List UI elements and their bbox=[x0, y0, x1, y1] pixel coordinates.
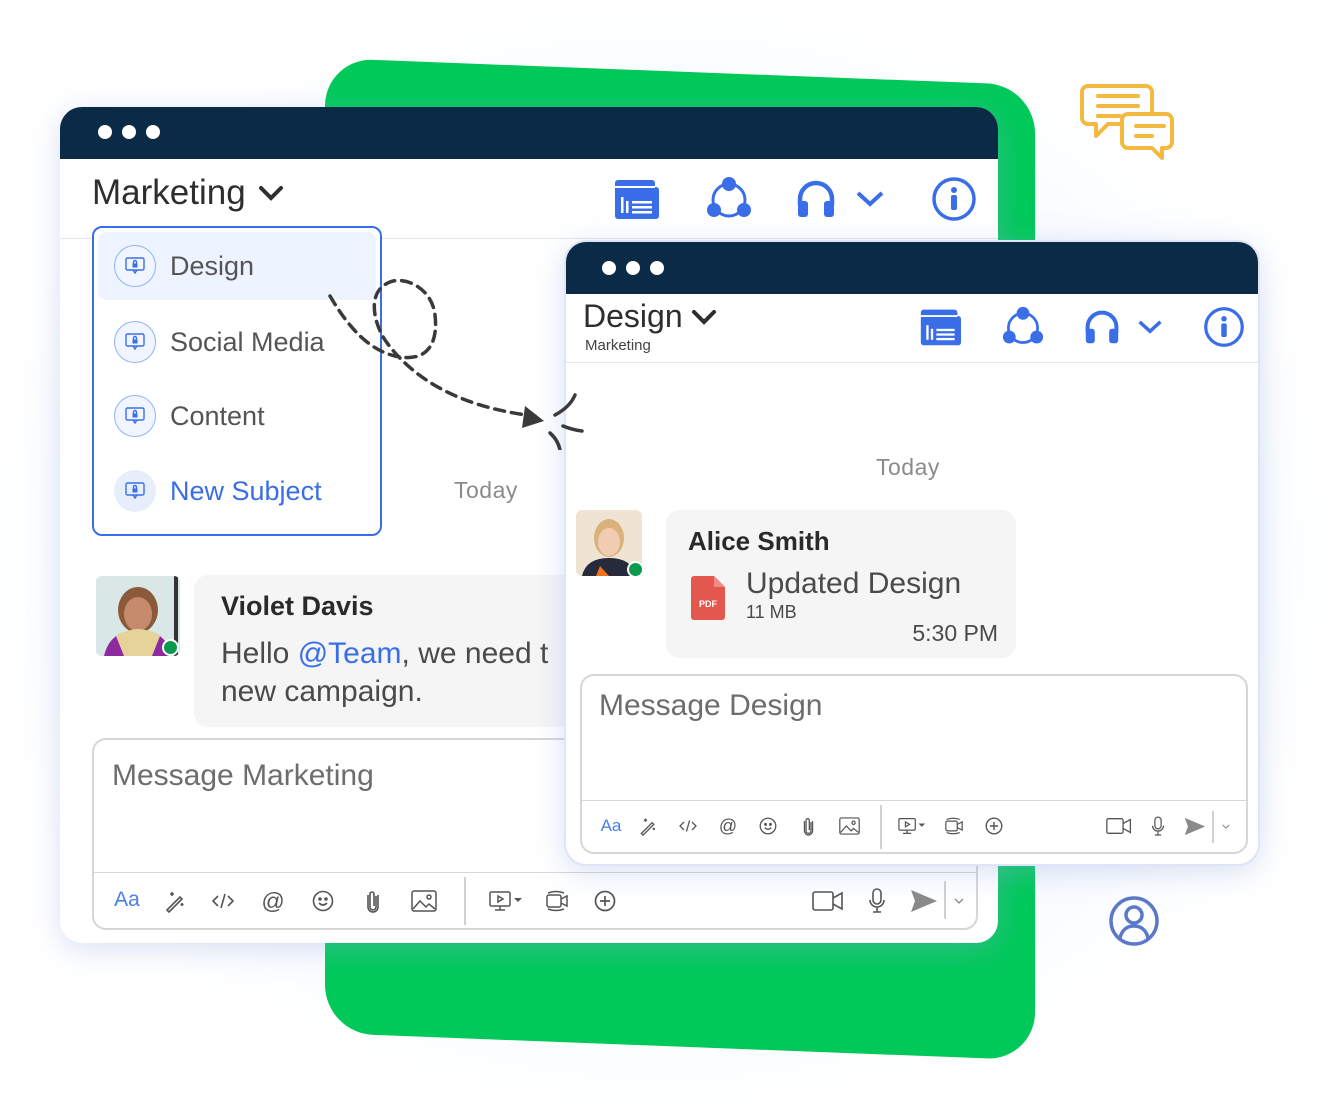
channel-selector[interactable]: Marketing bbox=[92, 173, 284, 213]
pdf-type-label: PDF bbox=[699, 599, 718, 609]
toolbar-divider bbox=[880, 805, 882, 849]
video-call-icon[interactable] bbox=[542, 886, 572, 916]
channel-title: Marketing bbox=[92, 173, 246, 212]
info-icon[interactable] bbox=[930, 175, 978, 223]
message-composer: Aa @ bbox=[580, 674, 1248, 854]
channel-title: Design bbox=[583, 298, 683, 334]
emoji-icon[interactable] bbox=[308, 886, 338, 916]
microphone-icon[interactable] bbox=[862, 886, 892, 916]
send-divider bbox=[1212, 811, 1214, 843]
file-name: Updated Design bbox=[746, 567, 962, 600]
file-attachment[interactable]: PDF Updated Design 11 MB bbox=[688, 567, 1008, 626]
add-circle-icon[interactable] bbox=[590, 886, 620, 916]
chat-lock-icon bbox=[114, 395, 156, 437]
headset-options-chevron-icon[interactable] bbox=[854, 187, 886, 211]
paperclip-icon[interactable] bbox=[358, 886, 388, 916]
video-camera-icon[interactable] bbox=[810, 886, 846, 916]
message-text-part: new campaign. bbox=[221, 675, 423, 708]
at-icon[interactable]: @ bbox=[716, 813, 740, 839]
window-dot[interactable] bbox=[650, 261, 664, 275]
info-icon[interactable] bbox=[1202, 304, 1246, 350]
message-text: Hello @Team, we need t new campaign. bbox=[221, 635, 548, 711]
message-text-part: Hello bbox=[221, 637, 298, 670]
composer-toolbar: Aa @ bbox=[94, 872, 976, 928]
magic-wand-icon[interactable] bbox=[160, 886, 190, 916]
parent-channel-label: Marketing bbox=[585, 337, 651, 354]
window-dot[interactable] bbox=[602, 261, 616, 275]
user-profile-icon bbox=[1108, 895, 1160, 947]
mention-link[interactable]: @Team bbox=[298, 637, 402, 670]
message-sender: Alice Smith bbox=[688, 526, 830, 556]
microphone-icon[interactable] bbox=[1146, 813, 1170, 839]
message-bubble: Violet Davis Hello @Team, we need t new … bbox=[194, 575, 614, 727]
dropdown-item-label: Social Media bbox=[170, 326, 325, 357]
send-options-chevron-icon[interactable] bbox=[1216, 813, 1236, 839]
window-dot[interactable] bbox=[122, 125, 136, 139]
window-dot[interactable] bbox=[98, 125, 112, 139]
subchannel-chat-window: Design Marketing Today Alice Smith PDF U… bbox=[564, 240, 1260, 866]
folder-files-icon[interactable] bbox=[612, 177, 660, 221]
send-divider bbox=[944, 881, 946, 919]
chevron-down-icon bbox=[691, 308, 717, 326]
chat-bubbles-icon bbox=[1080, 82, 1176, 162]
window-controls[interactable] bbox=[602, 261, 664, 275]
online-status-indicator bbox=[162, 639, 179, 656]
message-bubble: Alice Smith PDF Updated Design 11 MB 5:3… bbox=[666, 510, 1016, 658]
headset-icon[interactable] bbox=[794, 177, 838, 221]
screen-share-icon[interactable] bbox=[486, 886, 526, 916]
chat-lock-icon bbox=[114, 470, 156, 512]
date-divider: Today bbox=[454, 477, 518, 503]
at-icon[interactable]: @ bbox=[258, 886, 288, 916]
dropdown-item-label: New Subject bbox=[170, 475, 322, 506]
new-subject-button[interactable]: New Subject bbox=[98, 457, 376, 525]
window-dot[interactable] bbox=[146, 125, 160, 139]
online-status-indicator bbox=[627, 561, 644, 578]
date-divider: Today bbox=[876, 454, 940, 480]
message-timestamp: 5:30 PM bbox=[912, 620, 998, 646]
chat-lock-icon bbox=[114, 245, 156, 287]
chat-lock-icon bbox=[114, 321, 156, 363]
window-titlebar bbox=[60, 107, 998, 159]
magic-wand-icon[interactable] bbox=[636, 813, 660, 839]
window-controls[interactable] bbox=[98, 125, 160, 139]
headset-icon[interactable] bbox=[1082, 306, 1122, 348]
dropdown-item-label: Content bbox=[170, 400, 265, 431]
send-icon[interactable] bbox=[908, 886, 940, 916]
video-call-icon[interactable] bbox=[942, 813, 966, 839]
window-dot[interactable] bbox=[626, 261, 640, 275]
format-text-button[interactable]: Aa bbox=[110, 885, 144, 915]
message-text-part: , we need t bbox=[401, 637, 549, 670]
code-icon[interactable] bbox=[208, 886, 238, 916]
header-divider bbox=[566, 362, 1258, 363]
toolbar-divider bbox=[464, 877, 466, 925]
screen-share-icon[interactable] bbox=[896, 813, 928, 839]
send-icon[interactable] bbox=[1182, 813, 1208, 839]
channel-selector[interactable]: Design bbox=[583, 298, 717, 335]
message-input[interactable] bbox=[112, 754, 552, 798]
video-camera-icon[interactable] bbox=[1104, 813, 1134, 839]
folder-files-icon[interactable] bbox=[918, 306, 962, 348]
composer-toolbar: Aa @ bbox=[582, 800, 1246, 852]
code-icon[interactable] bbox=[676, 813, 700, 839]
image-icon[interactable] bbox=[408, 886, 440, 916]
format-text-button[interactable]: Aa bbox=[596, 813, 626, 839]
chevron-down-icon bbox=[258, 184, 284, 202]
add-circle-icon[interactable] bbox=[982, 813, 1006, 839]
file-size: 11 MB bbox=[746, 602, 797, 622]
message-sender: Violet Davis bbox=[221, 591, 374, 621]
send-options-chevron-icon[interactable] bbox=[948, 886, 970, 916]
paperclip-icon[interactable] bbox=[796, 813, 820, 839]
pdf-file-icon: PDF bbox=[691, 576, 725, 620]
image-icon[interactable] bbox=[836, 813, 862, 839]
headset-options-chevron-icon[interactable] bbox=[1135, 316, 1165, 338]
dropdown-item-label: Design bbox=[170, 250, 255, 281]
emoji-icon[interactable] bbox=[756, 813, 780, 839]
share-network-icon[interactable] bbox=[704, 175, 754, 223]
dashed-arrow bbox=[328, 278, 584, 450]
message-input[interactable] bbox=[599, 684, 999, 728]
share-network-icon[interactable] bbox=[1000, 304, 1046, 350]
window-titlebar bbox=[566, 242, 1258, 294]
